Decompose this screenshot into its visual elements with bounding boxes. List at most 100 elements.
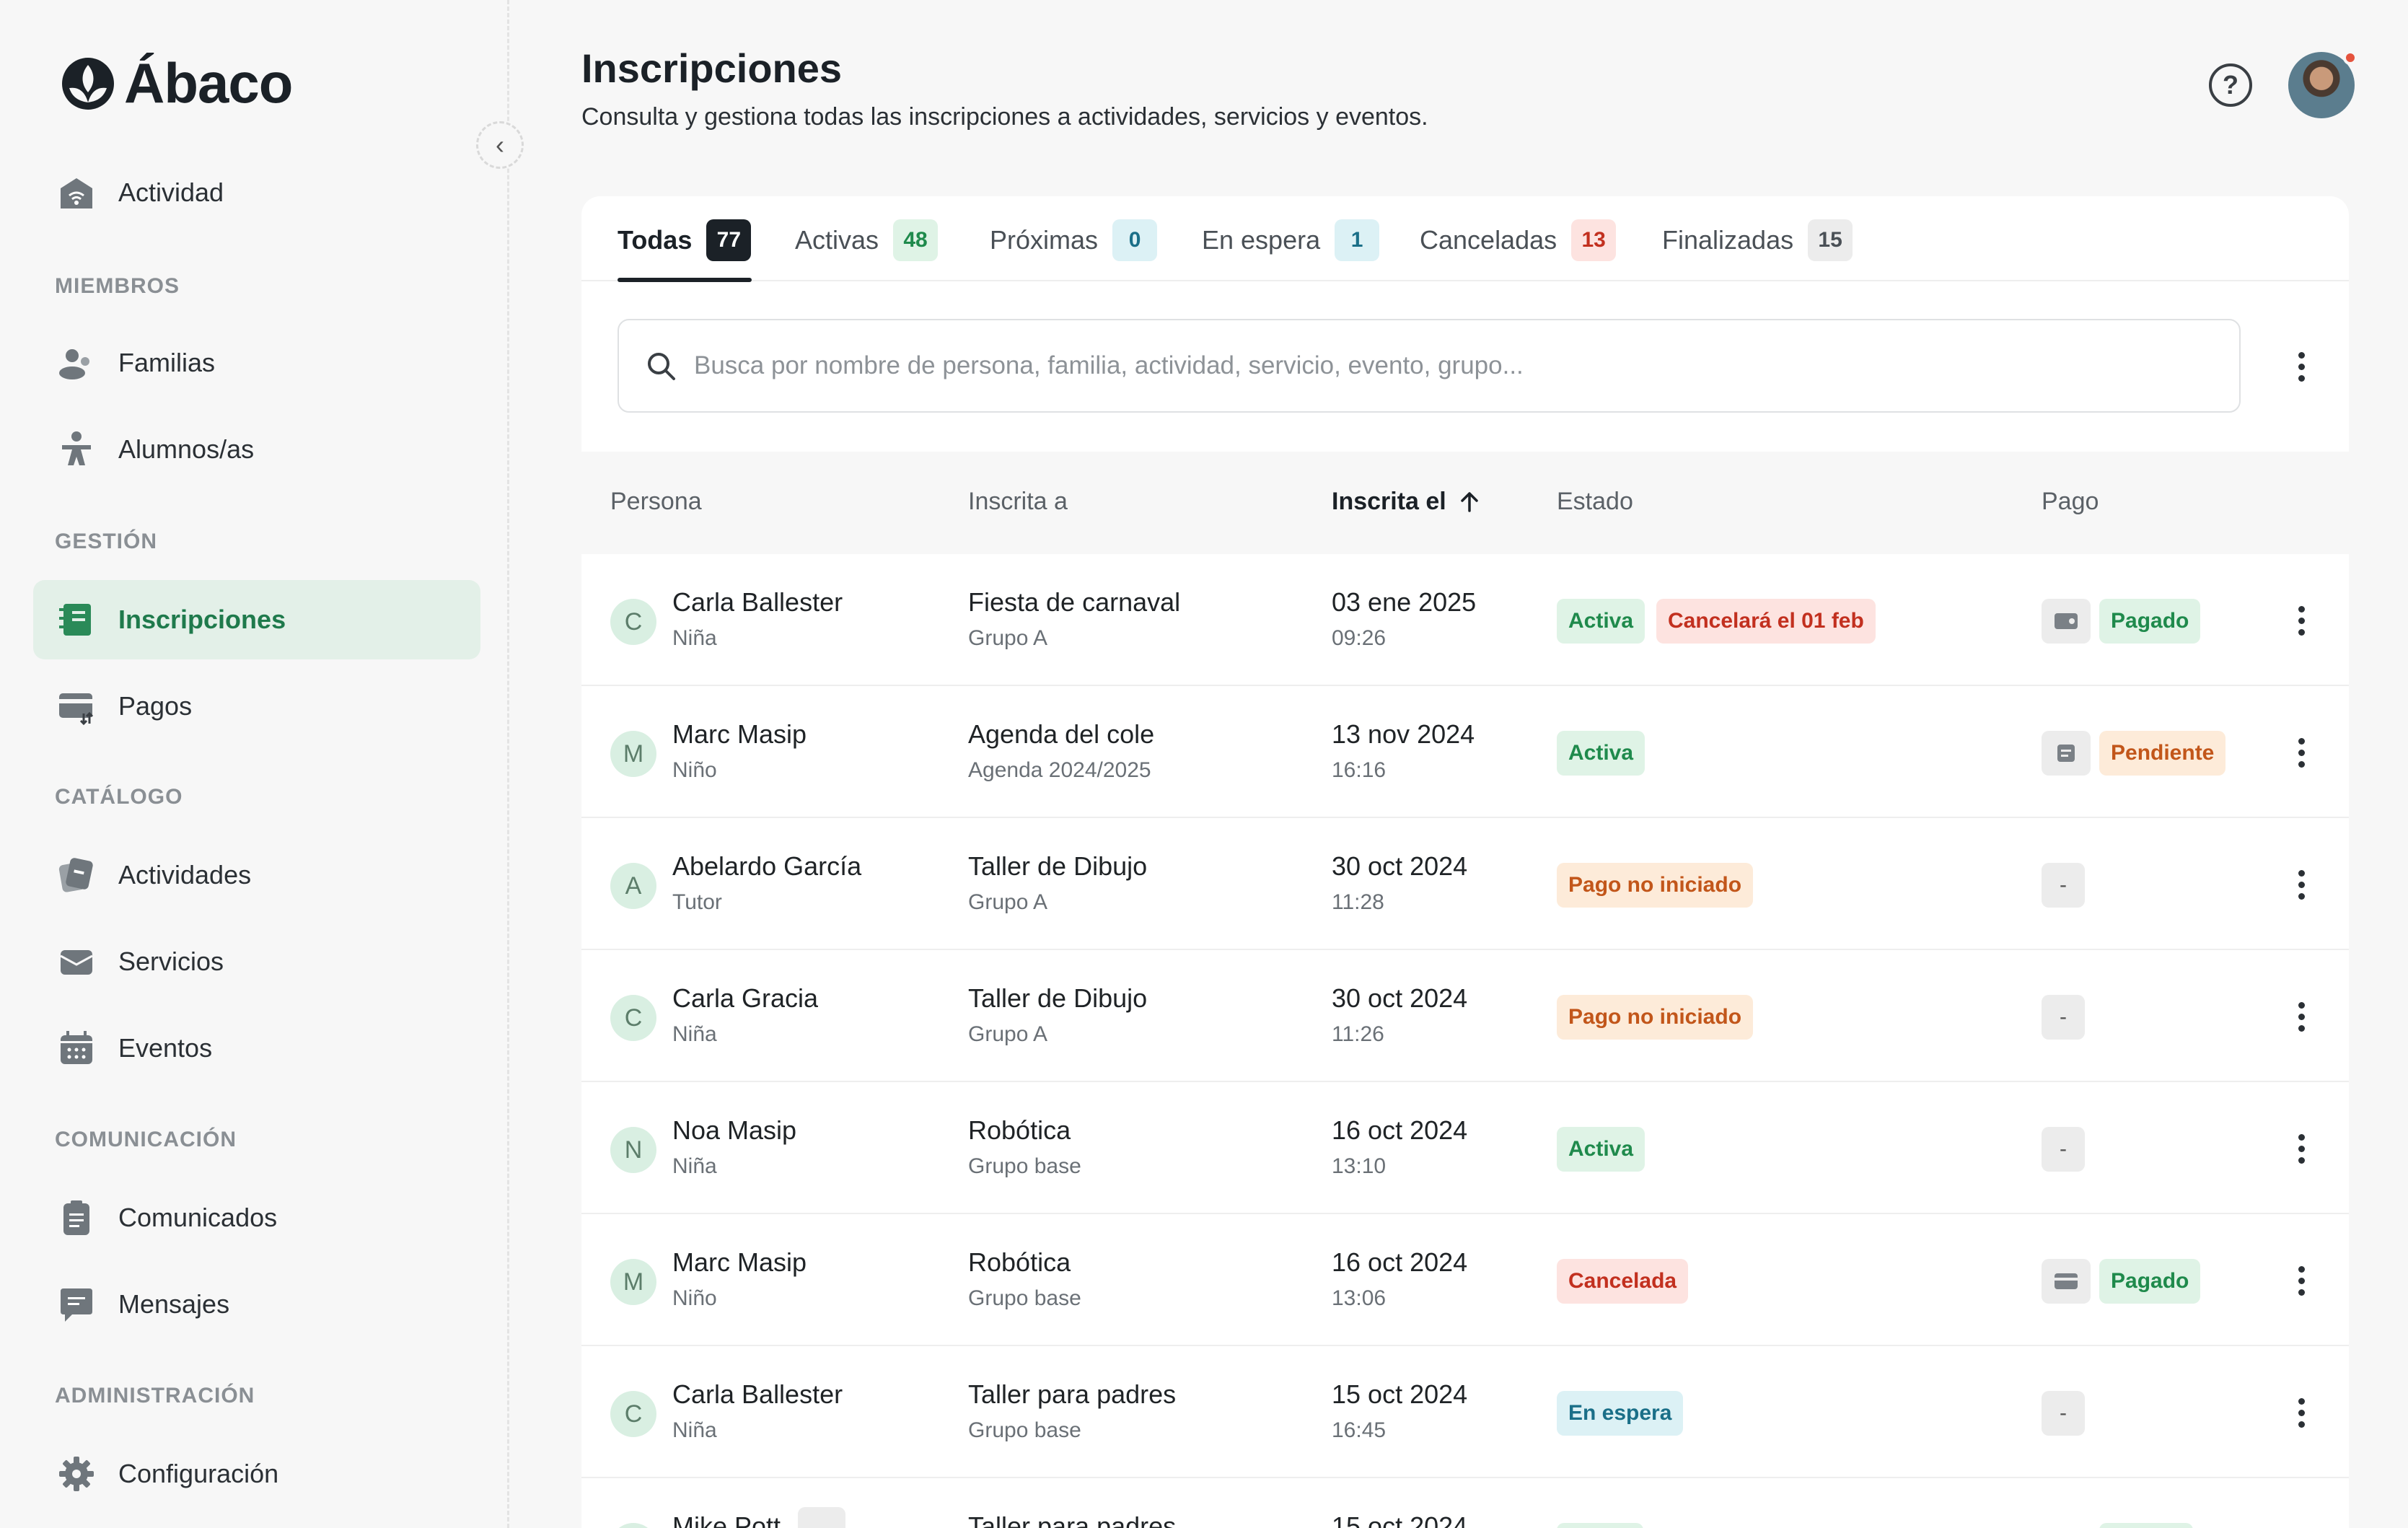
person-name[interactable]: Marc Masip	[672, 1247, 807, 1278]
activity-group: Grupo base	[968, 1286, 1081, 1310]
sidebar-item-eventos[interactable]: Eventos	[33, 1009, 480, 1088]
row-options-icon[interactable]	[2287, 1391, 2316, 1434]
table-row[interactable]: N Noa Masip Niña Robótica Grupo base 16 …	[581, 1082, 2349, 1214]
payment-badge: Pagado	[2099, 1259, 2201, 1304]
status-badge: Activa	[1557, 731, 1645, 776]
enrolled-date: 03 ene 2025	[1332, 587, 1477, 617]
tab-todas[interactable]: Todas 77	[618, 218, 752, 263]
activity-group: Grupo A	[968, 626, 1048, 650]
sidebar-item-label: Comunicados	[118, 1203, 278, 1232]
activity-name[interactable]: Taller para padres	[968, 1379, 1176, 1410]
section-title-comunicacion: COMUNICACIÓN	[55, 1128, 237, 1151]
table-row[interactable]: M Mike Pott Taller para padres 15 oct 20…	[581, 1478, 2349, 1528]
tab-finalizadas[interactable]: Finalizadas 15	[1662, 218, 1853, 263]
tray-icon	[56, 941, 97, 982]
sidebar-item-actividad[interactable]: Actividad	[33, 153, 480, 232]
sidebar-item-label: Alumnos/as	[118, 434, 255, 464]
search-input[interactable]	[694, 351, 2209, 380]
tab-proximas[interactable]: Próximas 0	[990, 218, 1158, 263]
activity-group: Grupo base	[968, 1154, 1081, 1178]
tab-label: Finalizadas	[1662, 225, 1794, 255]
tab-count: 48	[893, 219, 939, 261]
column-header-persona[interactable]: Persona	[610, 488, 702, 516]
sidebar-item-mensajes[interactable]: Mensajes	[33, 1265, 480, 1344]
activity-group: Agenda 2024/2025	[968, 758, 1151, 782]
collapse-sidebar-button[interactable]: ‹	[476, 121, 524, 169]
row-options-icon[interactable]	[2287, 1127, 2316, 1170]
person-name[interactable]: Marc Masip	[672, 719, 807, 750]
sidebar-item-pagos[interactable]: Pagos	[33, 667, 480, 746]
activity-name[interactable]: Taller para padres	[968, 1511, 1176, 1528]
tab-activas[interactable]: Activas 48	[795, 218, 939, 263]
wifi-house-icon	[56, 172, 97, 213]
help-button[interactable]: ?	[2209, 63, 2252, 107]
sidebar-item-label: Eventos	[118, 1033, 213, 1063]
search-box[interactable]	[618, 319, 2241, 413]
table-row[interactable]: C Carla Ballester Niña Fiesta de carnava…	[581, 554, 2349, 686]
enrolled-time: 11:26	[1332, 1022, 1384, 1046]
row-options-icon[interactable]	[2287, 1259, 2316, 1302]
person-name[interactable]: Carla Ballester	[672, 1379, 843, 1410]
abaco-logo-icon	[62, 57, 114, 110]
column-header-inscrita-a[interactable]: Inscrita a	[968, 488, 1068, 516]
enrolled-date: 16 oct 2024	[1332, 1247, 1468, 1277]
status-badge: Cancelada	[1557, 1259, 1689, 1304]
sidebar-item-familias[interactable]: Familias	[33, 323, 480, 403]
column-header-estado[interactable]: Estado	[1557, 488, 1633, 516]
activity-name[interactable]: Fiesta de carnaval	[968, 587, 1180, 618]
sidebar-item-alumnos[interactable]: Alumnos/as	[33, 410, 480, 489]
table-row[interactable]: A Abelardo García Tutor Taller de Dibujo…	[581, 818, 2349, 950]
row-options-icon[interactable]	[2287, 863, 2316, 906]
sidebar-item-actividades[interactable]: Actividades	[33, 835, 480, 915]
receipt-icon	[2042, 731, 2091, 776]
row-options-icon[interactable]	[2287, 995, 2316, 1038]
enrolled-time: 13:06	[1332, 1286, 1387, 1310]
person-name[interactable]: Carla Gracia	[672, 983, 818, 1014]
payment-empty: -	[2042, 995, 2085, 1040]
sidebar-item-configuracion[interactable]: Configuración	[33, 1434, 480, 1514]
column-header-pago[interactable]: Pago	[2042, 488, 2099, 516]
section-title-catalogo: CATÁLOGO	[55, 785, 183, 809]
row-options-icon[interactable]	[2287, 731, 2316, 774]
status-badge: Pago no iniciado	[1557, 863, 1754, 908]
person-role: Niña	[672, 1418, 717, 1442]
table-row[interactable]: C Carla Gracia Niña Taller de Dibujo Gru…	[581, 950, 2349, 1082]
person-name[interactable]: Abelardo García	[672, 851, 861, 882]
column-header-inscrita-el[interactable]: Inscrita el	[1332, 488, 1482, 516]
table-row[interactable]: M Marc Masip Niño Robótica Grupo base 16…	[581, 1214, 2349, 1346]
person-role: Niño	[672, 1286, 717, 1310]
sidebar-item-comunicados[interactable]: Comunicados	[33, 1178, 480, 1257]
app-logo[interactable]: Ábaco	[59, 51, 293, 116]
table-header: Persona Inscrita a Inscrita el Estado Pa…	[581, 452, 2349, 554]
clipboard-icon	[56, 1198, 97, 1238]
activity-name[interactable]: Robótica	[968, 1247, 1071, 1278]
status-badge: En espera	[1557, 1391, 1684, 1436]
table-row[interactable]: M Marc Masip Niño Agenda del cole Agenda…	[581, 686, 2349, 818]
table-row[interactable]: C Carla Ballester Niña Taller para padre…	[581, 1346, 2349, 1478]
payment-empty: -	[2042, 1127, 2085, 1172]
sidebar-item-servicios[interactable]: Servicios	[33, 922, 480, 1001]
app-name: Ábaco	[124, 51, 293, 115]
payment-badge: Pagado	[2099, 599, 2201, 644]
person-avatar: M	[610, 1523, 656, 1528]
person-avatar: M	[610, 1259, 656, 1305]
tab-en-espera[interactable]: En espera 1	[1202, 218, 1380, 263]
person-name[interactable]: Mike Pott	[672, 1511, 781, 1528]
section-title-administracion: ADMINISTRACIÓN	[55, 1384, 255, 1408]
more-options-icon[interactable]	[2287, 345, 2316, 388]
row-options-icon[interactable]	[2287, 599, 2316, 642]
cards-icon	[56, 855, 97, 895]
chat-bubble-icon	[56, 1284, 97, 1325]
enrolled-time: 16:45	[1332, 1418, 1387, 1442]
activity-name[interactable]: Agenda del cole	[968, 719, 1154, 750]
person-name[interactable]: Noa Masip	[672, 1115, 796, 1146]
sidebar-item-inscripciones[interactable]: Inscripciones	[33, 580, 480, 659]
tab-canceladas[interactable]: Canceladas 13	[1420, 218, 1617, 263]
inscriptions-card: Todas 77 Activas 48 Próximas 0 En espera…	[581, 196, 2349, 1528]
person-name[interactable]: Carla Ballester	[672, 587, 843, 618]
activity-name[interactable]: Robótica	[968, 1115, 1071, 1146]
enrolled-date: 15 oct 2024	[1332, 1379, 1468, 1409]
activity-name[interactable]: Taller de Dibujo	[968, 851, 1147, 882]
activity-name[interactable]: Taller de Dibujo	[968, 983, 1147, 1014]
user-avatar[interactable]	[2288, 51, 2358, 118]
